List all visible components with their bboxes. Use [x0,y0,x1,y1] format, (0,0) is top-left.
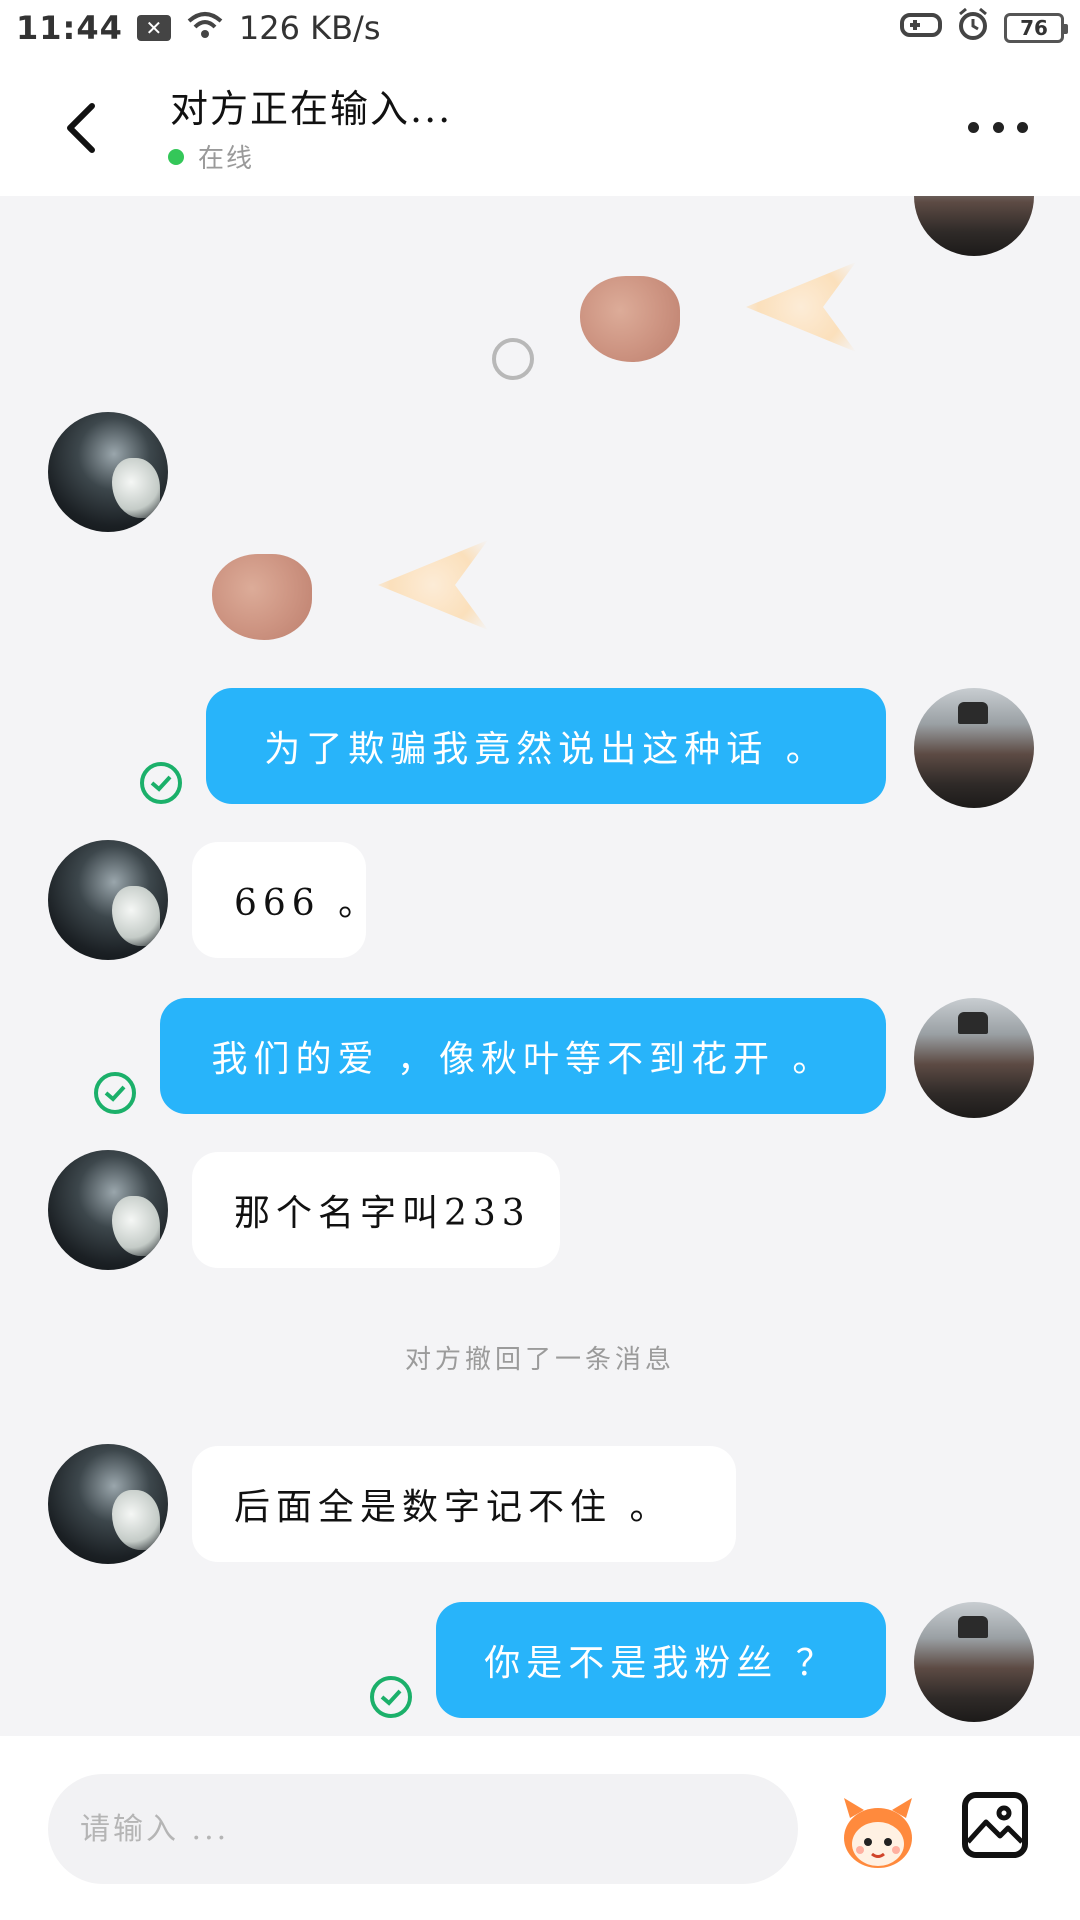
notification-off-icon: ✕ [136,15,171,41]
contact-typing-status: 对方正在输入... [170,87,453,131]
mascot-emoji-icon [844,1798,912,1868]
more-dots-icon [968,121,979,133]
presence-text: 在线 [198,144,255,174]
chat-message-list[interactable]: 为了欺骗我竟然说出这种话 。 666 。 我们的爱 ，像秋叶等不到花开 。 那个… [0,196,1080,1736]
message-bubble-incoming[interactable]: 那个名字叫233 [192,1152,560,1268]
status-left: 11:44 ✕ 126 KB/s [16,9,381,47]
my-avatar[interactable] [914,688,1034,808]
battery-icon: 76 [1004,13,1068,43]
fist-sticker-icon [212,554,312,640]
contact-avatar[interactable] [48,1444,168,1564]
loading-spinner-icon [492,338,534,380]
contact-avatar[interactable] [48,1150,168,1270]
more-options-button[interactable] [968,112,1028,142]
image-icon [968,1805,1022,1844]
back-button[interactable] [56,98,106,158]
contact-avatar[interactable] [48,840,168,960]
message-bubble-outgoing[interactable]: 我们的爱 ，像秋叶等不到花开 。 [160,998,886,1114]
alarm-icon [956,7,990,49]
status-time: 11:44 [16,9,123,47]
read-check-icon [94,1072,136,1114]
chat-header: 对方正在输入... 在线 [0,56,1080,196]
wifi-icon [185,9,225,47]
read-check-icon [370,1676,412,1718]
image-picker-button[interactable] [962,1792,1028,1858]
contact-avatar[interactable] [48,412,168,532]
arrow-sticker-icon [378,540,488,630]
chevron-left-icon [67,103,95,153]
message-bubble-outgoing[interactable]: 你是不是我粉丝 ？ [436,1602,886,1718]
network-speed: 126 KB/s [238,9,381,47]
online-dot-icon [168,148,184,165]
fist-sticker-icon [580,276,680,362]
message-input[interactable] [48,1774,798,1884]
status-right: 76 [900,7,1068,49]
read-check-icon [140,762,182,804]
arrow-sticker-icon [746,262,856,352]
message-input-bar [0,1736,1080,1920]
presence-indicator: 在线 [168,138,254,175]
status-bar: 11:44 ✕ 126 KB/s 76 [0,0,1080,56]
my-avatar[interactable] [914,196,1034,256]
my-avatar[interactable] [914,998,1034,1118]
game-controller-icon [900,9,942,47]
recalled-message-notice: 对方撤回了一条消息 [404,1345,675,1375]
message-bubble-outgoing[interactable]: 为了欺骗我竟然说出这种话 。 [206,688,886,804]
my-avatar[interactable] [914,1602,1034,1722]
message-bubble-incoming[interactable]: 666 。 [192,842,374,958]
message-bubble-incoming[interactable]: 后面全是数字记不住 。 [192,1446,736,1562]
emoji-sticker-button[interactable] [836,1792,920,1872]
